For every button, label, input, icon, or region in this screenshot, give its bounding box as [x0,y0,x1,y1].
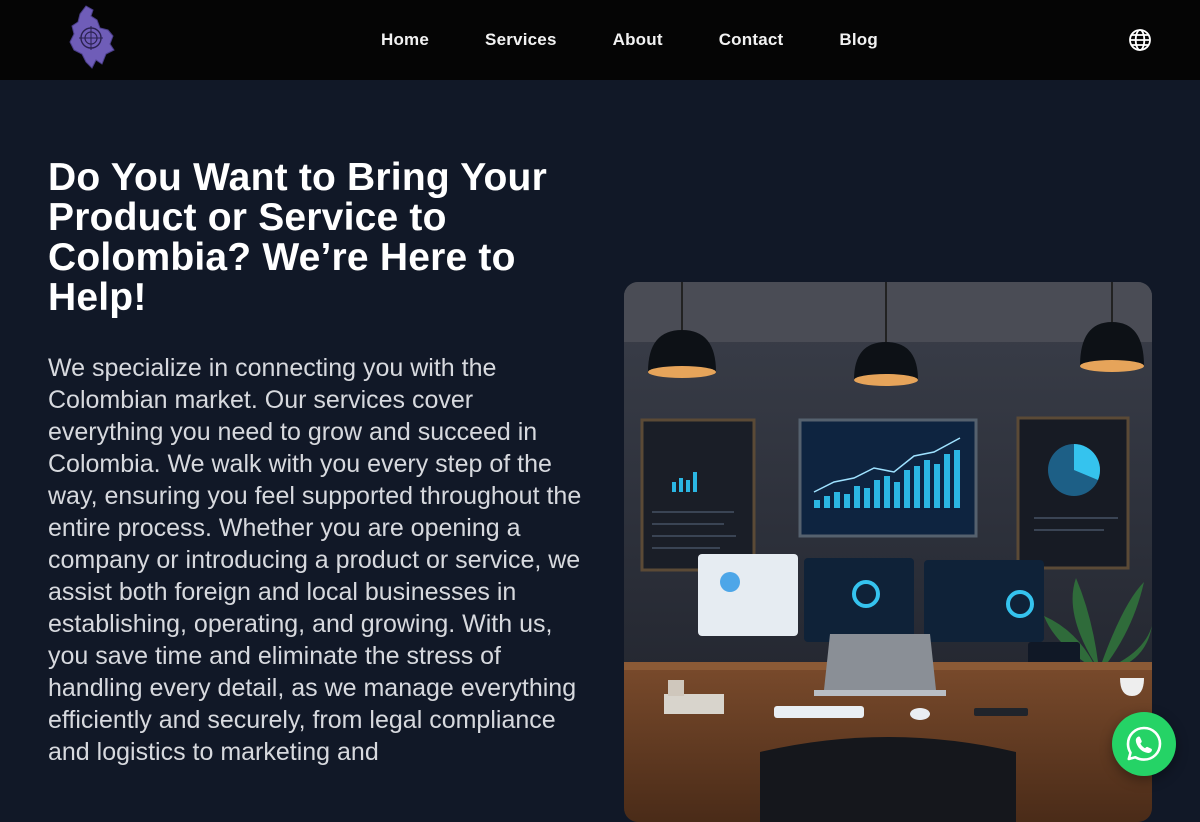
main-nav: Home Services About Contact Blog [353,0,906,80]
office-dashboard-photo [624,282,1152,822]
globe-icon[interactable] [1128,28,1152,52]
nav-link-blog[interactable]: Blog [811,30,906,50]
nav-link-about[interactable]: About [585,30,691,50]
hero-description: We specialize in connecting you with the… [48,354,582,766]
whatsapp-icon [1126,726,1162,761]
whatsapp-chat-button[interactable] [1112,712,1176,776]
colombia-map-logo[interactable] [66,4,118,70]
nav-link-home[interactable]: Home [353,30,457,50]
top-navigation-bar: Home Services About Contact Blog [0,0,1200,80]
nav-link-services[interactable]: Services [457,30,585,50]
hero-title: Do You Want to Bring Your Product or Ser… [48,156,547,319]
nav-link-contact[interactable]: Contact [691,30,812,50]
